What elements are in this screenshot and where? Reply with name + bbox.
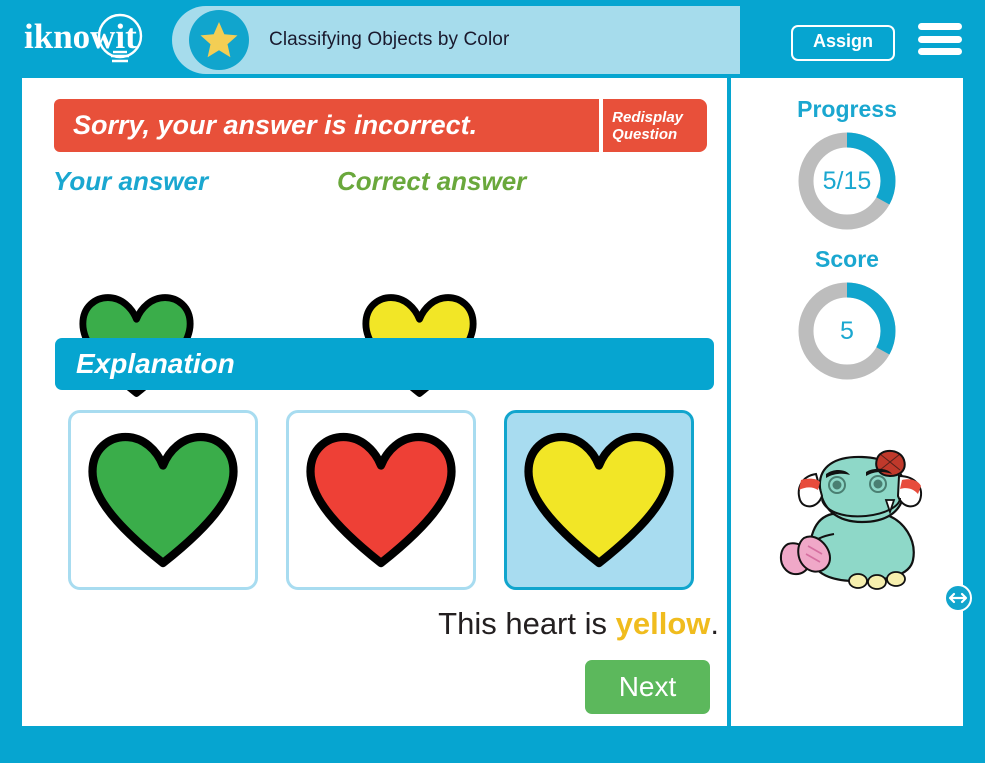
app-root: iknowit Classifying Objects by Color Ass… [0,0,985,763]
sentence-suffix: . [710,606,719,641]
your-answer-label: Your answer [53,166,209,196]
explanation-sentence: This heart is yellow. [22,606,727,642]
explanation-heading: Explanation [55,338,714,390]
monster-mascot-icon [774,448,934,603]
heart-icon [306,432,456,568]
star-icon [189,10,249,70]
hamburger-menu-icon[interactable] [918,23,962,55]
score-label: Score [815,246,879,272]
status-sidebar: Progress 5/15 Score 5 [731,78,972,726]
main-content: Sorry, your answer is incorrect. Redispl… [22,78,727,726]
progress-meter: Progress 5/15 [731,96,963,233]
iknowit-logo[interactable]: iknowit [16,12,164,66]
option-card-green[interactable] [68,410,258,590]
sentence-highlight: yellow [615,606,711,641]
heart-icon [88,432,238,568]
logo-wordmark: iknowit [24,17,137,56]
score-value: 5 [840,316,854,345]
correct-answer-label: Correct answer [337,166,527,196]
app-header: iknowit Classifying Objects by Color Ass… [0,0,985,78]
menu-bar-1 [918,23,962,30]
content-panel: Sorry, your answer is incorrect. Redispl… [22,78,972,726]
result-row: Sorry, your answer is incorrect. Redispl… [54,99,707,152]
result-banner: Sorry, your answer is incorrect. [54,99,600,152]
option-card-red[interactable] [286,410,476,590]
menu-bar-3 [918,48,962,55]
option-card-yellow-selected[interactable] [504,410,694,590]
progress-label: Progress [797,96,897,122]
progress-value: 5/15 [822,166,872,195]
next-button[interactable]: Next [585,660,710,714]
lesson-title-bar: Classifying Objects by Color [172,6,740,74]
score-meter: Score 5 [731,246,963,383]
menu-bar-2 [918,35,962,43]
redisplay-line-2: Question [612,125,678,143]
sentence-prefix: This heart is [438,606,616,641]
resize-horizontal-icon[interactable] [943,583,973,618]
redisplay-question-button[interactable]: Redisplay Question [603,99,707,152]
page-title: Classifying Objects by Color [269,29,510,50]
assign-button[interactable]: Assign [790,25,895,61]
heart-icon [524,432,674,568]
explanation-options [68,410,694,590]
redisplay-line-1: Redisplay [612,108,684,126]
